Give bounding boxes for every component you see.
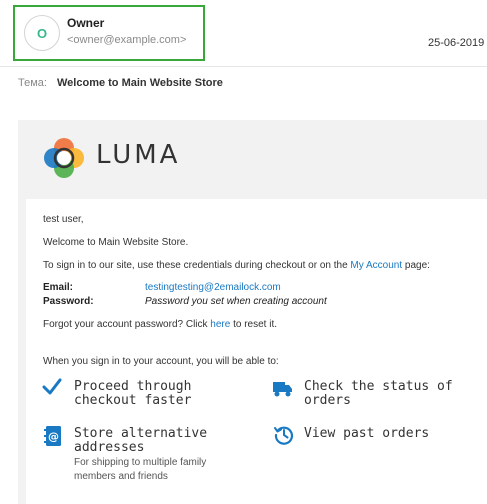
feature-title: Check the status of orders [304, 379, 453, 408]
email-body: test user, Welcome to Main Website Store… [26, 199, 487, 504]
sender-email: <owner@example.com> [67, 34, 187, 46]
feature-title: View past orders [304, 426, 430, 441]
feature-subtitle: For shipping to multiple family members … [74, 457, 207, 482]
feature-title: Proceed through checkout faster [74, 379, 192, 408]
sender-card[interactable]: O Owner <owner@example.com> [13, 5, 205, 61]
header-divider [0, 66, 487, 67]
avatar: O [24, 15, 60, 51]
signin-suffix: page: [402, 260, 430, 271]
my-account-link[interactable]: My Account [350, 260, 402, 271]
email-content-frame: LUMA test user, Welcome to Main Website … [18, 120, 487, 504]
luma-logo-icon [44, 138, 84, 178]
address-book-icon: @ [44, 426, 61, 446]
welcome-text: Welcome to Main Website Store. [43, 237, 189, 248]
signin-prefix: To sign in to our site, use these creden… [43, 260, 351, 271]
email-value-link[interactable]: testingtesting@2emailock.com [145, 282, 281, 293]
reset-password-link[interactable]: here [210, 319, 230, 330]
forgot-password-text: Forgot your account password? Click here… [43, 319, 277, 330]
password-label: Password: [43, 296, 94, 307]
email-date: 25-06-2019 [428, 37, 485, 49]
subject-value: Welcome to Main Website Store [57, 77, 223, 89]
history-icon [274, 426, 294, 445]
greeting: test user, [43, 214, 84, 225]
able-to-text: When you sign in to your account, you wi… [43, 356, 279, 367]
truck-icon [273, 382, 292, 397]
sender-name: Owner [67, 16, 105, 30]
signin-instructions: To sign in to our site, use these creden… [43, 260, 430, 271]
checkmark-icon [42, 378, 62, 395]
brand-name: LUMA [96, 140, 181, 170]
password-value: Password you set when creating account [145, 296, 327, 307]
subject-label: Тема: [18, 77, 47, 89]
forgot-prefix: Forgot your account password? Click [43, 319, 211, 330]
email-label: Email: [43, 282, 74, 293]
forgot-suffix: to reset it. [230, 319, 277, 330]
feature-title: Store alternative addresses [74, 426, 208, 455]
svg-text:@: @ [48, 430, 59, 443]
